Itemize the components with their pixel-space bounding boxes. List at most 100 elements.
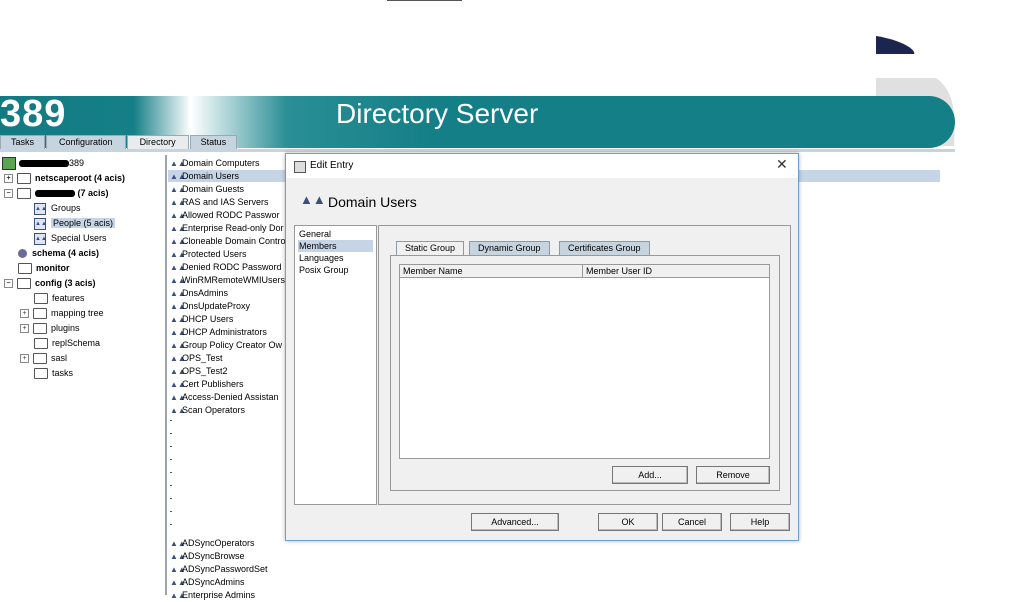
section-members[interactable]: Members bbox=[298, 240, 373, 252]
group-icon: ▲▲ bbox=[170, 198, 186, 207]
tab-status[interactable]: Status bbox=[189, 135, 238, 149]
list-item-label: ADSyncOperators bbox=[182, 538, 255, 548]
list-item[interactable]: ▲▲ADSyncBrowse bbox=[170, 550, 245, 563]
ok-button[interactable]: OK bbox=[598, 513, 658, 531]
tree-item-config[interactable]: − config (3 acis) bbox=[4, 276, 96, 290]
group-icon: ▲▲ bbox=[34, 232, 47, 245]
users-icon: ▲▲ bbox=[300, 192, 326, 207]
column-member-user-id[interactable]: Member User ID bbox=[583, 265, 769, 278]
list-item[interactable]: ▲▲Denied RODC Password bbox=[170, 261, 282, 274]
list-item[interactable]: ▲▲OPS_Test2 bbox=[170, 365, 228, 378]
list-item[interactable]: ▲▲Enterprise Read-only Dor bbox=[170, 222, 284, 235]
group-icon: ▲▲ bbox=[170, 328, 186, 337]
tree-item-schema[interactable]: schema (4 acis) bbox=[18, 246, 99, 260]
group-icon: ▲▲ bbox=[170, 315, 186, 324]
list-item[interactable]: ▲▲OPS_Test bbox=[170, 352, 223, 365]
group-icon: ▲▲ bbox=[170, 159, 186, 168]
list-item[interactable]: ▲▲Domain Computers bbox=[170, 157, 260, 170]
tree-item-replschema[interactable]: replSchema bbox=[34, 336, 100, 350]
tree-item-special-users[interactable]: ▲▲ Special Users bbox=[34, 231, 107, 245]
folder-icon bbox=[33, 323, 47, 335]
list-item[interactable]: ▲▲ADSyncAdmins bbox=[170, 576, 245, 589]
section-languages[interactable]: Languages bbox=[298, 252, 373, 264]
list-item[interactable]: ▲▲Protected Users bbox=[170, 248, 247, 261]
collapse-icon[interactable]: − bbox=[4, 189, 13, 199]
folder-icon bbox=[33, 353, 47, 365]
list-item[interactable]: ▲▲RAS and IAS Servers bbox=[170, 196, 269, 209]
list-item-label: DHCP Administrators bbox=[182, 327, 267, 337]
group-icon: ▲▲ bbox=[170, 539, 186, 548]
collapse-icon[interactable]: − bbox=[4, 279, 13, 289]
column-member-name[interactable]: Member Name bbox=[400, 265, 583, 278]
advanced-button[interactable]: Advanced... bbox=[471, 513, 559, 531]
group-icon: ▲▲ bbox=[170, 552, 186, 561]
tree-item-features[interactable]: features bbox=[34, 291, 85, 305]
list-item-label: DHCP Users bbox=[182, 314, 234, 324]
expand-icon[interactable]: + bbox=[20, 309, 29, 319]
list-item[interactable]: ▲▲DnsAdmins bbox=[170, 287, 228, 300]
close-icon[interactable]: ✕ bbox=[776, 156, 788, 173]
list-item[interactable]: ▲▲Allowed RODC Passwor bbox=[170, 209, 280, 222]
folder-icon bbox=[17, 278, 31, 290]
list-item-label: ADSyncAdmins bbox=[182, 577, 245, 587]
tree-item-plugins[interactable]: + plugins bbox=[20, 321, 80, 335]
tree-item-groups[interactable]: ▲▲ Groups bbox=[34, 201, 81, 215]
expand-icon[interactable]: + bbox=[4, 174, 13, 184]
list-item[interactable]: ▲▲WinRMRemoteWMIUsers_ bbox=[170, 274, 290, 287]
tree-item-sasl[interactable]: + sasl bbox=[20, 351, 67, 365]
help-button[interactable]: Help bbox=[730, 513, 790, 531]
redacted-domain bbox=[35, 190, 75, 198]
window-icon bbox=[294, 161, 306, 173]
section-general[interactable]: General bbox=[298, 228, 373, 240]
expand-icon[interactable]: + bbox=[20, 324, 29, 334]
folder-icon bbox=[17, 173, 31, 185]
list-item-label: Cert Publishers bbox=[182, 379, 244, 389]
group-icon: ▲▲ bbox=[170, 591, 186, 600]
list-item[interactable]: ▲▲Access-Denied Assistan bbox=[170, 391, 279, 404]
group-icon: ▲▲ bbox=[170, 211, 186, 220]
expand-icon[interactable]: + bbox=[20, 354, 29, 364]
tab-tasks[interactable]: Tasks bbox=[0, 135, 46, 149]
list-item-label: Group Policy Creator Ow bbox=[182, 340, 283, 350]
group-icon: ▲▲ bbox=[170, 565, 186, 574]
redacted-host bbox=[19, 160, 69, 168]
list-item[interactable]: ▲▲Domain Users bbox=[170, 170, 239, 183]
list-item[interactable]: ▲▲Domain Guests bbox=[170, 183, 244, 196]
members-table[interactable]: Member Name Member User ID bbox=[399, 264, 770, 459]
tree-item-people[interactable]: ▲▲ People (5 acis) bbox=[34, 216, 116, 230]
add-button[interactable]: Add... bbox=[612, 466, 688, 484]
tab-dynamic-group[interactable]: Dynamic Group bbox=[469, 241, 550, 255]
cancel-button[interactable]: Cancel bbox=[662, 513, 722, 531]
list-item[interactable]: ▲▲ADSyncPasswordSet bbox=[170, 563, 268, 576]
remove-button[interactable]: Remove bbox=[696, 466, 770, 484]
list-item[interactable]: ▲▲Group Policy Creator Ow bbox=[170, 339, 282, 352]
list-item[interactable]: ▲▲Scan Operators bbox=[170, 404, 245, 417]
tree-item-netscaperoot[interactable]: + netscaperoot (4 acis) bbox=[4, 171, 125, 185]
list-item[interactable]: ▲▲ADSyncOperators bbox=[170, 537, 255, 550]
dialog-titlebar[interactable]: Edit Entry ✕ bbox=[286, 154, 798, 178]
tree-item-mapping-tree[interactable]: + mapping tree bbox=[20, 306, 104, 320]
section-posix-group[interactable]: Posix Group bbox=[298, 264, 373, 276]
list-item[interactable]: ▲▲Cert Publishers bbox=[170, 378, 244, 391]
tab-certificates-group[interactable]: Certificates Group bbox=[559, 241, 650, 255]
dialog-title: Edit Entry bbox=[310, 160, 354, 171]
globe-icon bbox=[18, 249, 27, 259]
list-item[interactable]: ▲▲Enterprise Admins bbox=[170, 589, 255, 602]
list-item-label: Enterprise Admins bbox=[182, 590, 256, 600]
tree-item-domain[interactable]: − (7 acis) bbox=[4, 186, 109, 200]
directory-tree: 389 + netscaperoot (4 acis) − (7 acis) ▲▲… bbox=[0, 155, 165, 595]
tree-root[interactable]: 389 bbox=[2, 156, 84, 171]
tab-directory[interactable]: Directory bbox=[126, 135, 189, 149]
tree-item-tasks[interactable]: tasks bbox=[34, 366, 73, 380]
tab-underline bbox=[0, 149, 955, 152]
list-item[interactable]: ▲▲DnsUpdateProxy bbox=[170, 300, 250, 313]
list-item[interactable]: ▲▲DHCP Users bbox=[170, 313, 233, 326]
tab-configuration[interactable]: Configuration bbox=[46, 135, 126, 149]
tab-static-group[interactable]: Static Group bbox=[396, 241, 465, 256]
list-item[interactable]: ▲▲Cloneable Domain Contro bbox=[170, 235, 286, 248]
list-item-label: Domain Users bbox=[182, 171, 240, 181]
group-icon: ▲▲ bbox=[170, 172, 186, 181]
pane-divider[interactable] bbox=[165, 155, 167, 595]
list-item[interactable]: ▲▲DHCP Administrators bbox=[170, 326, 267, 339]
tree-item-monitor[interactable]: monitor bbox=[18, 261, 70, 275]
